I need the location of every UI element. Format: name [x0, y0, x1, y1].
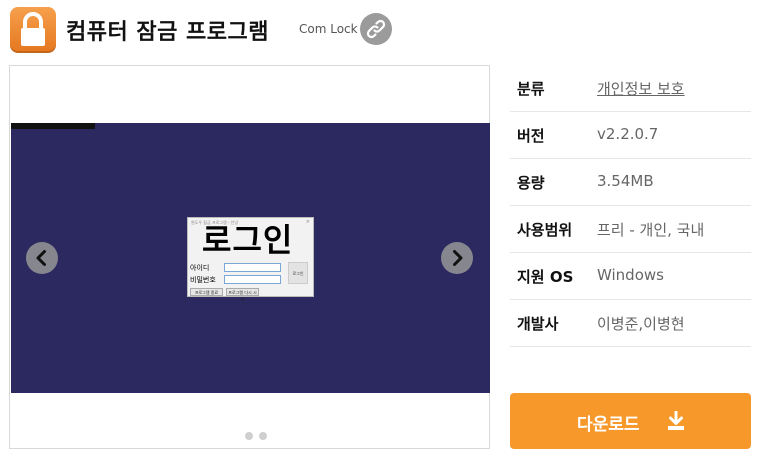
download-icon	[668, 411, 684, 430]
padlock-icon	[21, 12, 45, 46]
carousel-dot-1[interactable]	[245, 432, 253, 440]
info-value: 이병준,이병현	[597, 315, 685, 333]
dialog-heading: 로그인	[202, 221, 294, 259]
info-row-os: 지원 OS Windows	[510, 253, 751, 300]
screenshot-taskbar	[11, 123, 95, 129]
screenshot-carousel: 윈도우 잠금 프로그램 - 안녕 × 로그인 아이디 비밀번호 로그인 프로그램…	[9, 65, 490, 449]
link-icon	[366, 19, 386, 39]
login-dialog: 윈도우 잠금 프로그램 - 안녕 × 로그인 아이디 비밀번호 로그인 프로그램…	[187, 217, 314, 302]
download-button[interactable]: 다운로드	[510, 393, 751, 449]
copy-link-button[interactable]	[360, 13, 392, 45]
info-key: 개발사	[517, 315, 559, 333]
info-key: 분류	[517, 80, 545, 98]
info-key: 지원 OS	[517, 268, 574, 286]
program-info-table: 분류 개인정보 보호 버전 v2.2.0.7 용량 3.54MB 사용범위 프리…	[510, 65, 751, 347]
chevron-right-icon	[453, 250, 463, 266]
info-row-version: 버전 v2.2.0.7	[510, 112, 751, 159]
dialog-login-button: 로그인	[288, 262, 308, 284]
info-key: 사용범위	[517, 221, 573, 239]
id-field	[224, 263, 281, 272]
app-icon	[10, 7, 56, 53]
dialog-restart-button: 프로그램 다시 시작	[226, 288, 259, 302]
dialog-exit-button: 프로그램 종료	[190, 288, 223, 296]
info-key: 용량	[517, 174, 545, 192]
carousel-dot-2[interactable]	[259, 432, 267, 440]
carousel-next-button[interactable]	[441, 242, 473, 274]
id-label: 아이디	[190, 264, 210, 272]
category-link[interactable]: 개인정보 보호	[597, 78, 685, 99]
info-row-size: 용량 3.54MB	[510, 159, 751, 206]
info-value: Windows	[597, 266, 664, 284]
password-field	[224, 275, 281, 284]
info-value: 3.54MB	[597, 172, 654, 190]
download-label: 다운로드	[577, 415, 640, 435]
page-title: 컴퓨터 잠금 프로그램	[66, 20, 269, 45]
carousel-prev-button[interactable]	[26, 242, 58, 274]
info-row-license: 사용범위 프리 - 개인, 국내	[510, 206, 751, 253]
password-label: 비밀번호	[190, 276, 216, 284]
info-value: 프리 - 개인, 국내	[597, 221, 705, 239]
chevron-left-icon	[36, 250, 46, 266]
dialog-close-icon: ×	[305, 219, 310, 225]
page-subtitle: Com Lock	[299, 22, 358, 36]
program-screenshot: 윈도우 잠금 프로그램 - 안녕 × 로그인 아이디 비밀번호 로그인 프로그램…	[11, 123, 490, 393]
info-row-category: 분류 개인정보 보호	[510, 65, 751, 112]
info-key: 버전	[517, 127, 545, 145]
info-row-developer: 개발사 이병준,이병현	[510, 300, 751, 347]
info-value: v2.2.0.7	[597, 125, 659, 143]
